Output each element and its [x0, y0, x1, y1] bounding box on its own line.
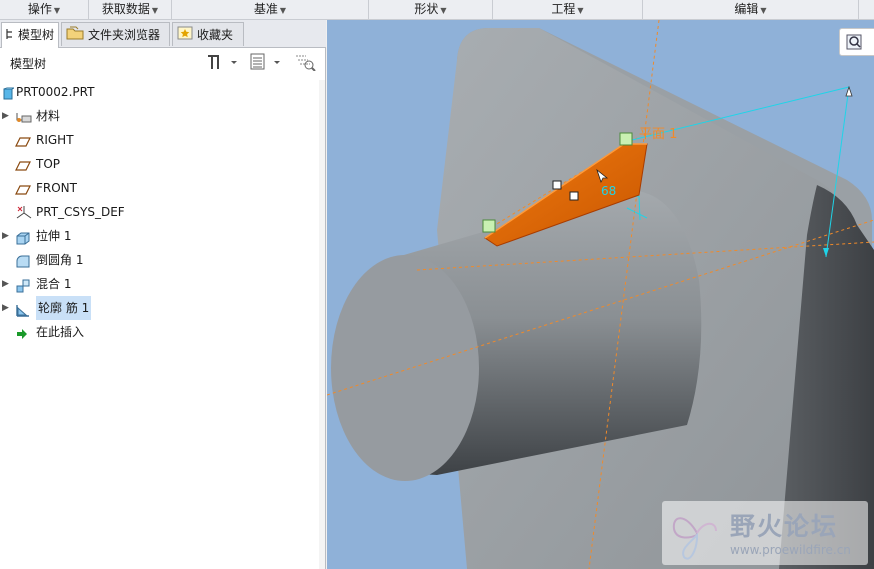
tree-item-label: RIGHT [36, 133, 74, 147]
cylinder-end-face [331, 255, 479, 481]
ribbon-group-label: 编辑 [734, 2, 759, 16]
tree-item-csys[interactable]: PRT_CSYS_DEF [0, 200, 320, 224]
dropdown-caret-icon: ▼ [440, 6, 447, 15]
drag-handle [552, 180, 562, 190]
datum-plane-icon [15, 157, 31, 171]
ribbon-group-label: 工程 [551, 2, 576, 16]
ribbon-group-operations[interactable]: 操作 ▼ [0, 0, 89, 19]
tree-item-insert-here[interactable]: 在此插入 [0, 320, 320, 344]
ribbon-group-label: 操作 [27, 2, 52, 16]
navigator-tabs: 模型树 文件夹浏览器 收藏夹 [0, 20, 326, 48]
rib-icon [15, 301, 31, 317]
csys-icon [15, 205, 32, 219]
view-toolbar[interactable] [839, 28, 874, 56]
ribbon-group-label: 基准 [253, 2, 278, 16]
tree-root-label: PRT0002.PRT [16, 85, 95, 99]
navigator-panel: 模型树 文件夹浏览器 收藏夹 模型树 PRT0002.PRT ▶ 材料 RIGH… [0, 20, 326, 569]
tree-root[interactable]: PRT0002.PRT [0, 80, 320, 104]
tree-item-extrude[interactable]: ▶ 拉伸 1 [0, 224, 320, 248]
tree-item-round[interactable]: 倒圆角 1 [0, 248, 320, 272]
folder-icon [66, 24, 84, 48]
tab-folder-browser[interactable]: 文件夹浏览器 [61, 22, 170, 46]
datum-tag [482, 219, 496, 233]
ribbon-group-label: 形状 [414, 2, 439, 16]
tree-item-label: TOP [36, 157, 61, 171]
insert-here-icon [15, 325, 31, 339]
ribbon-group-datum[interactable]: 基准 ▼ [172, 0, 369, 19]
tree-item-label: PRT_CSYS_DEF [36, 205, 125, 219]
model-tree: PRT0002.PRT ▶ 材料 RIGHT TOP FRONT PRT_CSY… [0, 80, 320, 344]
dropdown-caret-icon: ▼ [151, 6, 159, 15]
material-icon [15, 109, 32, 123]
dropdown-caret-icon: ▼ [760, 6, 767, 15]
model-tree-toolbar: 模型树 [0, 48, 325, 76]
datum-plane-icon [15, 133, 31, 147]
round-icon [15, 253, 31, 268]
plane-label: 平面 1 [639, 127, 677, 142]
drag-handle [569, 191, 579, 201]
tree-item-label: 轮廓 筋 1 [36, 296, 92, 320]
tab-label: 模型树 [18, 28, 55, 42]
model-tree-icon [6, 24, 14, 48]
ribbon-group-engineering[interactable]: 工程 ▼ [493, 0, 643, 19]
tree-item-right[interactable]: RIGHT [0, 128, 320, 152]
watermark-url: www.proewildfire.cn [730, 543, 851, 557]
tree-scrollbar[interactable] [319, 80, 325, 569]
ribbon-group-label: 获取数据 [101, 2, 150, 16]
model-graphics: 平面 1 68 [327, 20, 874, 569]
butterfly-logo-icon [672, 517, 717, 560]
ribbon-group-shapes[interactable]: 形状 ▼ [369, 0, 493, 19]
expand-arrow-icon[interactable]: ▶ [2, 104, 12, 128]
tree-item-label: 在此插入 [36, 325, 85, 339]
tree-item-label: FRONT [36, 181, 77, 195]
tab-model-tree[interactable]: 模型树 [1, 22, 59, 48]
expand-arrow-icon[interactable]: ▶ [2, 272, 12, 296]
ribbon-group-bar: 操作 ▼ 获取数据 ▼ 基准 ▼ 形状 ▼ 工程 ▼ 编辑 ▼ [0, 0, 874, 20]
dropdown-caret-icon: ▼ [279, 6, 287, 15]
dropdown-caret-icon: ▼ [577, 6, 584, 15]
dropdown-caret-icon: ▼ [53, 6, 61, 15]
forum-watermark: 野火论坛 www.proewildfire.cn [662, 501, 868, 565]
favorites-star-icon [177, 24, 193, 48]
blend-icon [15, 277, 31, 293]
tree-item-front[interactable]: FRONT [0, 176, 320, 200]
ribbon-overflow [859, 0, 874, 19]
extrude-icon [15, 229, 31, 245]
tree-settings-tools-icon[interactable] [205, 53, 237, 71]
datum-plane-icon [15, 181, 31, 195]
tree-item-label: 混合 1 [36, 277, 72, 291]
tree-item-material[interactable]: ▶ 材料 [0, 104, 320, 128]
tree-item-top[interactable]: TOP [0, 152, 320, 176]
graphics-viewport[interactable]: 平面 1 68 野火论坛 www.proewildfire.cn [327, 20, 874, 569]
tree-item-blend[interactable]: ▶ 混合 1 [0, 272, 320, 296]
ribbon-group-get-data[interactable]: 获取数据 ▼ [89, 0, 172, 19]
ribbon-group-edit[interactable]: 编辑 ▼ [643, 0, 859, 19]
tab-label: 收藏夹 [197, 28, 234, 42]
tab-favorites[interactable]: 收藏夹 [172, 22, 244, 46]
tree-item-label: 材料 [36, 109, 61, 123]
tree-columns-icon[interactable] [250, 53, 286, 71]
tab-label: 文件夹浏览器 [88, 28, 161, 42]
model-tree-title: 模型树 [10, 57, 47, 71]
tree-filter-icon[interactable] [294, 53, 316, 72]
tree-item-label: 拉伸 1 [36, 229, 72, 243]
dimension-value: 68 [601, 184, 616, 198]
dimension-arrow [845, 85, 853, 97]
expand-arrow-icon[interactable]: ▶ [2, 224, 12, 248]
tree-item-rib[interactable]: ▶ 轮廓 筋 1 [0, 296, 320, 320]
zoom-search-icon[interactable] [840, 29, 874, 55]
tree-item-label: 倒圆角 1 [36, 253, 84, 267]
datum-tag [619, 132, 633, 146]
watermark-title: 野火论坛 [730, 512, 839, 541]
expand-arrow-icon[interactable]: ▶ [2, 296, 12, 320]
